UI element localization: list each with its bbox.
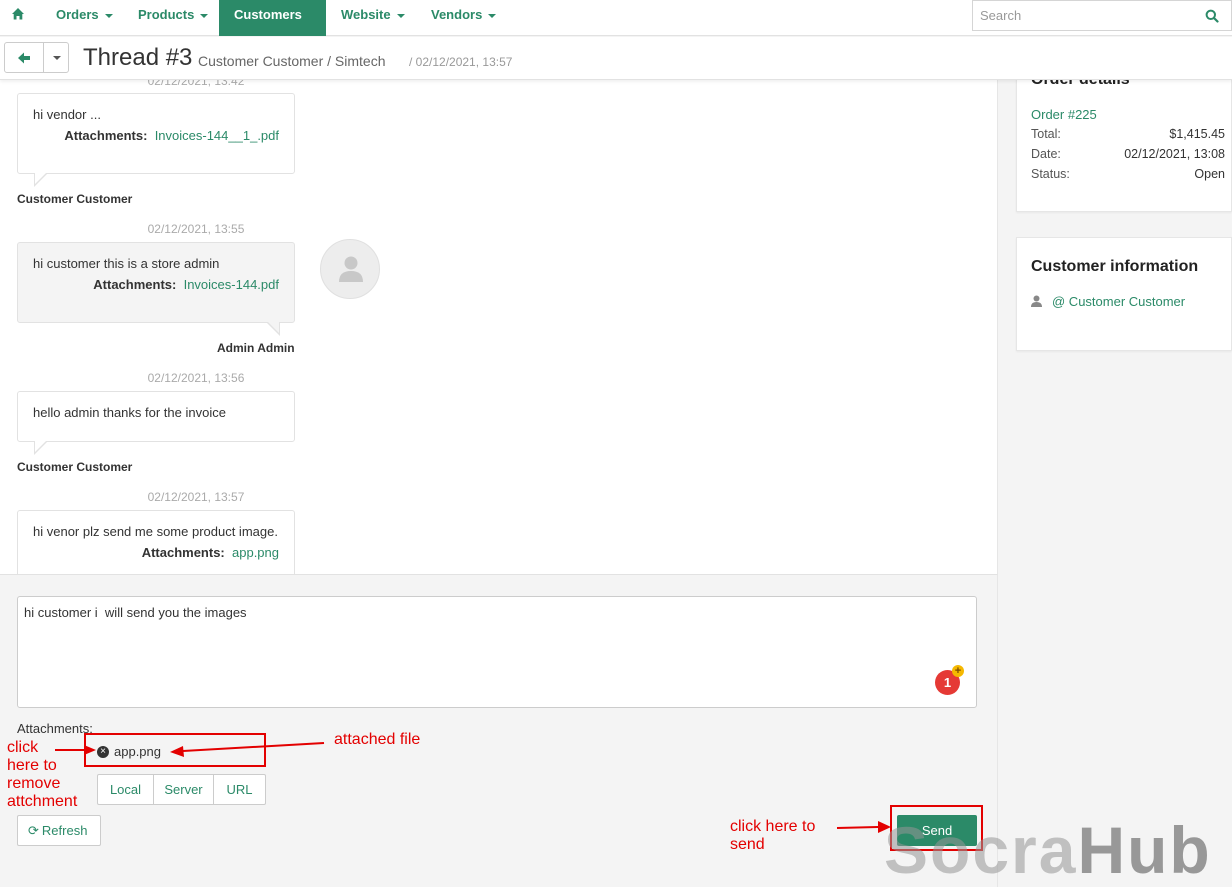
message-date: 02/12/2021, 13:55	[147, 222, 245, 236]
arrow-left-icon	[18, 52, 30, 64]
nav-products-label: Products	[138, 7, 195, 22]
reply-textarea[interactable]: hi customer i will send you the images	[17, 596, 977, 708]
nav-customers-label: Customers	[234, 7, 302, 22]
chevron-down-icon	[488, 13, 497, 18]
annotation-remove-line: click	[7, 739, 39, 756]
message-text: hi vendor ...	[33, 107, 101, 122]
chevron-down-icon	[396, 13, 405, 18]
search-input[interactable]	[972, 0, 1194, 31]
thread-messages[interactable]: 02/12/2021, 13:42 hi vendor ... Attachme…	[0, 80, 998, 574]
refresh-icon: ⟳	[28, 823, 39, 838]
chevron-down-icon	[104, 13, 113, 18]
watermark-part1: Socra	[884, 813, 1078, 887]
message-bubble: hi vendor ... Attachments: Invoices-144_…	[17, 93, 295, 187]
message-attachments: Attachments: app.png	[33, 545, 279, 560]
bubble-tail	[266, 321, 280, 336]
nav-website-label: Website	[341, 7, 391, 22]
attachment-link[interactable]: Invoices-144.pdf	[184, 277, 279, 292]
message-bubble: hi customer this is a store admin Attach…	[17, 242, 295, 336]
home-icon[interactable]	[11, 7, 25, 21]
attachments-label: Attachments:	[93, 277, 177, 292]
user-icon	[1031, 295, 1042, 307]
nav-customers[interactable]: Customers	[219, 0, 326, 48]
message-bubble: hi venor plz send me some product image.…	[17, 510, 295, 574]
search-icon	[1205, 9, 1219, 23]
message-attachments: Attachments: Invoices-144__1_.pdf	[33, 128, 279, 143]
top-navigation: Orders Products Customers Website Vendor…	[0, 0, 1232, 48]
order-date-value: 02/12/2021, 13:08	[1124, 147, 1225, 161]
order-status-label: Status:	[1031, 167, 1070, 181]
order-status-value: Open	[1194, 167, 1225, 181]
annotation-send-line: send	[730, 836, 765, 853]
source-url-button[interactable]: URL	[213, 774, 266, 805]
message-author: Customer Customer	[17, 192, 133, 206]
back-dropdown-button[interactable]	[43, 42, 69, 73]
page-subtitle: Customer Customer / Simtech	[198, 53, 386, 69]
annotation-remove-line: remove	[7, 775, 61, 792]
message-bubble: hello admin thanks for the invoice	[17, 391, 295, 455]
message-text: hello admin thanks for the invoice	[33, 405, 226, 420]
source-local-button[interactable]: Local	[97, 774, 154, 805]
reply-form: hi customer i will send you the images 1…	[0, 574, 998, 887]
nav-orders-label: Orders	[56, 7, 99, 22]
annotation-send: click here to send	[730, 818, 815, 854]
message-attachments: Attachments: Invoices-144.pdf	[33, 277, 279, 292]
order-date-label: Date:	[1031, 147, 1061, 161]
watermark-part2: Hub	[1077, 813, 1212, 887]
back-button[interactable]	[4, 42, 44, 73]
order-total-value: $1,415.45	[1169, 127, 1225, 141]
nav-website[interactable]: Website	[326, 0, 420, 36]
order-link[interactable]: Order #225	[1031, 107, 1097, 122]
source-server-button[interactable]: Server	[153, 774, 214, 805]
annotation-remove-line: attchment	[7, 793, 78, 810]
user-icon	[339, 256, 363, 282]
watermark-logo: SocraHub	[884, 812, 1212, 887]
message-author: Admin Admin	[217, 341, 295, 355]
annotation-remove: click here to remove attchment	[7, 739, 77, 811]
bubble-tail	[34, 440, 48, 455]
search-button[interactable]	[1193, 0, 1232, 31]
attachment-link[interactable]: Invoices-144__1_.pdf	[155, 128, 279, 143]
message-text: hi customer this is a store admin	[33, 256, 220, 271]
annotation-send-line: click here to	[730, 818, 816, 835]
customer-info-card: Customer information @ Customer Customer	[1016, 237, 1232, 351]
attachments-label: Attachments:	[17, 721, 93, 736]
page-date: / 02/12/2021, 13:57	[409, 55, 513, 69]
attachment-link[interactable]: app.png	[232, 545, 279, 560]
message-date: 02/12/2021, 13:56	[147, 371, 245, 385]
message-text: hi venor plz send me some product image.	[33, 524, 278, 539]
chevron-down-icon	[200, 13, 209, 18]
message-date: 02/12/2021, 13:42	[147, 80, 245, 88]
order-total-label: Total:	[1031, 127, 1061, 141]
message-date: 02/12/2021, 13:57	[147, 490, 245, 504]
avatar	[320, 239, 380, 299]
plus-icon: +	[952, 665, 964, 677]
annotation-remove-line: here to	[7, 757, 57, 774]
page-title: Thread #3	[83, 44, 193, 71]
annotation-attached-file: attached file	[334, 731, 421, 748]
attachments-label: Attachments:	[64, 128, 148, 143]
bubble-tail	[34, 172, 48, 187]
nav-products[interactable]: Products	[123, 0, 223, 36]
message-author: Customer Customer	[17, 460, 133, 474]
refresh-button[interactable]: ⟳ Refresh	[17, 815, 101, 846]
nav-orders[interactable]: Orders	[41, 0, 128, 36]
title-bar: Thread #3 Customer Customer / Simtech / …	[0, 37, 1232, 80]
order-details-card: Order details Order #225 Total:$1,415.45…	[1016, 70, 1232, 212]
attachments-label: Attachments:	[141, 545, 225, 560]
annotation-box-attached-file	[84, 733, 266, 767]
refresh-label: Refresh	[41, 823, 88, 838]
sidebar-right: Order details Order #225 Total:$1,415.45…	[998, 70, 1232, 887]
customer-info-title: Customer information	[1031, 258, 1199, 275]
nav-vendors-label: Vendors	[431, 7, 483, 22]
chevron-down-icon	[53, 56, 61, 60]
nav-vendors[interactable]: Vendors	[416, 0, 511, 36]
customer-link[interactable]: @ Customer Customer	[1052, 294, 1185, 309]
